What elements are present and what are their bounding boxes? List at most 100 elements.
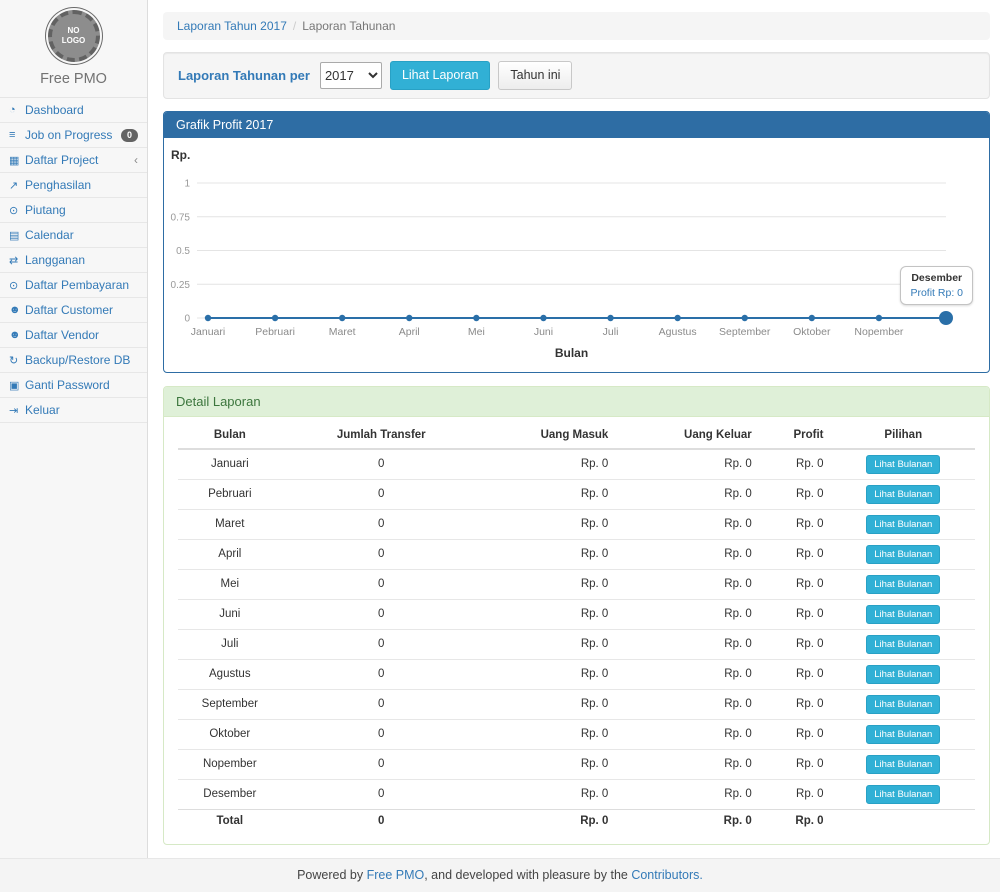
app-layout: NO LOGO Free PMO ◔Dashboard≡Job on Progr… bbox=[0, 0, 1000, 858]
x-tick-label: Nopember bbox=[854, 326, 904, 338]
data-point-agustus[interactable] bbox=[674, 314, 680, 320]
table-row-nopember: Nopember0Rp. 0Rp. 0Rp. 0Lihat Bulanan bbox=[178, 749, 975, 779]
sidebar-link-daftar-customer[interactable]: ☻Daftar Customer bbox=[0, 298, 147, 323]
sign-out-icon: ⇥ bbox=[9, 404, 25, 417]
table-row-september: September0Rp. 0Rp. 0Rp. 0Lihat Bulanan bbox=[178, 689, 975, 719]
data-point-april[interactable] bbox=[406, 314, 412, 320]
data-point-nopember[interactable] bbox=[876, 314, 882, 320]
total-cell-uang_keluar: Rp. 0 bbox=[616, 809, 759, 832]
cell-uang_masuk: Rp. 0 bbox=[481, 539, 616, 569]
data-point-maret[interactable] bbox=[339, 314, 345, 320]
data-point-juni[interactable] bbox=[540, 314, 546, 320]
data-point-desember[interactable] bbox=[939, 311, 953, 325]
table-row-agustus: Agustus0Rp. 0Rp. 0Rp. 0Lihat Bulanan bbox=[178, 659, 975, 689]
footer-text-middle: , and developed with pleasure by the bbox=[424, 868, 631, 882]
sidebar-link-backup-restore-db[interactable]: ↻Backup/Restore DB bbox=[0, 348, 147, 373]
cell-pilihan: Lihat Bulanan bbox=[832, 779, 975, 809]
x-tick-label: Pebruari bbox=[255, 326, 295, 338]
cell-jumlah_transfer: 0 bbox=[282, 659, 481, 689]
data-point-oktober[interactable] bbox=[809, 314, 815, 320]
sidebar-link-daftar-pembayaran[interactable]: ⊙Daftar Pembayaran bbox=[0, 273, 147, 298]
table-header-row: BulanJumlah TransferUang MasukUang Kelua… bbox=[178, 422, 975, 449]
sidebar-item-daftar-pembayaran: ⊙Daftar Pembayaran bbox=[0, 273, 147, 298]
cell-pilihan: Lihat Bulanan bbox=[832, 659, 975, 689]
footer-link-contributors[interactable]: Contributors. bbox=[631, 868, 703, 882]
detail-table-wrapper: BulanJumlah TransferUang MasukUang Kelua… bbox=[164, 417, 989, 844]
breadcrumb-link-laporan-tahun[interactable]: Laporan Tahun 2017 bbox=[177, 19, 287, 33]
cell-jumlah_transfer: 0 bbox=[282, 569, 481, 599]
y-tick-label: 0.75 bbox=[171, 212, 191, 223]
lihat-bulanan-button-maret[interactable]: Lihat Bulanan bbox=[866, 515, 940, 534]
lihat-bulanan-button-nopember[interactable]: Lihat Bulanan bbox=[866, 755, 940, 774]
data-point-mei[interactable] bbox=[473, 314, 479, 320]
tooltip-month: Desember bbox=[910, 272, 963, 284]
lihat-bulanan-button-september[interactable]: Lihat Bulanan bbox=[866, 695, 940, 714]
sidebar-item-label: Daftar Project bbox=[25, 153, 134, 167]
table-row-pebruari: Pebruari0Rp. 0Rp. 0Rp. 0Lihat Bulanan bbox=[178, 479, 975, 509]
sidebar-item-job-on-progress: ≡Job on Progress0 bbox=[0, 123, 147, 148]
lihat-bulanan-button-mei[interactable]: Lihat Bulanan bbox=[866, 575, 940, 594]
year-select[interactable]: 2017 bbox=[320, 62, 382, 89]
sidebar-link-langganan[interactable]: ⇄Langganan bbox=[0, 248, 147, 273]
lihat-laporan-button[interactable]: Lihat Laporan bbox=[390, 61, 490, 90]
detail-panel-title: Detail Laporan bbox=[164, 387, 989, 417]
sidebar-link-job-on-progress[interactable]: ≡Job on Progress0 bbox=[0, 123, 147, 148]
lihat-bulanan-button-agustus[interactable]: Lihat Bulanan bbox=[866, 665, 940, 684]
data-point-januari[interactable] bbox=[205, 314, 211, 320]
footer-link-free-pmo[interactable]: Free PMO bbox=[367, 868, 425, 882]
cell-profit: Rp. 0 bbox=[760, 749, 832, 779]
dashboard-icon: ◔ bbox=[9, 104, 25, 116]
lihat-bulanan-button-pebruari[interactable]: Lihat Bulanan bbox=[866, 485, 940, 504]
calendar-icon: ▤ bbox=[9, 229, 25, 242]
table-row-januari: Januari0Rp. 0Rp. 0Rp. 0Lihat Bulanan bbox=[178, 449, 975, 480]
data-point-juli[interactable] bbox=[607, 314, 613, 320]
tahun-ini-button[interactable]: Tahun ini bbox=[498, 61, 572, 90]
sidebar-item-label: Piutang bbox=[25, 203, 138, 217]
sidebar-item-label: Ganti Password bbox=[25, 378, 138, 392]
total-cell-jumlah_transfer: 0 bbox=[282, 809, 481, 832]
brand-name: Free PMO bbox=[0, 71, 147, 87]
sidebar-link-penghasilan[interactable]: ↗Penghasilan bbox=[0, 173, 147, 198]
sidebar-link-keluar[interactable]: ⇥Keluar bbox=[0, 398, 147, 423]
tooltip-value: Profit Rp: 0 bbox=[910, 287, 963, 299]
lihat-bulanan-button-januari[interactable]: Lihat Bulanan bbox=[866, 455, 940, 474]
lihat-bulanan-button-juli[interactable]: Lihat Bulanan bbox=[866, 635, 940, 654]
sidebar-link-calendar[interactable]: ▤Calendar bbox=[0, 223, 147, 248]
sidebar-link-dashboard[interactable]: ◔Dashboard bbox=[0, 98, 147, 123]
column-header-jumlah-transfer: Jumlah Transfer bbox=[282, 422, 481, 449]
cell-uang_masuk: Rp. 0 bbox=[481, 569, 616, 599]
data-point-pebruari[interactable] bbox=[272, 314, 278, 320]
cell-bulan: Oktober bbox=[178, 719, 282, 749]
cell-bulan: September bbox=[178, 689, 282, 719]
cell-bulan: Mei bbox=[178, 569, 282, 599]
cell-bulan: Agustus bbox=[178, 659, 282, 689]
table-row-juni: Juni0Rp. 0Rp. 0Rp. 0Lihat Bulanan bbox=[178, 599, 975, 629]
data-point-september[interactable] bbox=[742, 314, 748, 320]
cell-bulan: Desember bbox=[178, 779, 282, 809]
sidebar: NO LOGO Free PMO ◔Dashboard≡Job on Progr… bbox=[0, 0, 148, 858]
cell-uang_masuk: Rp. 0 bbox=[481, 659, 616, 689]
sidebar-item-calendar: ▤Calendar bbox=[0, 223, 147, 248]
x-tick-label: Januari bbox=[191, 326, 225, 338]
lihat-bulanan-button-april[interactable]: Lihat Bulanan bbox=[866, 545, 940, 564]
cell-uang_keluar: Rp. 0 bbox=[616, 629, 759, 659]
table-total-row: Total0Rp. 0Rp. 0Rp. 0 bbox=[178, 809, 975, 832]
cell-uang_masuk: Rp. 0 bbox=[481, 749, 616, 779]
cell-uang_keluar: Rp. 0 bbox=[616, 719, 759, 749]
cell-pilihan: Lihat Bulanan bbox=[832, 509, 975, 539]
sidebar-link-piutang[interactable]: ⊙Piutang bbox=[0, 198, 147, 223]
y-tick-label: 0.5 bbox=[176, 246, 190, 257]
lihat-bulanan-button-desember[interactable]: Lihat Bulanan bbox=[866, 785, 940, 804]
main-content: Laporan Tahun 2017/Laporan Tahunan Lapor… bbox=[148, 0, 1000, 858]
sidebar-link-daftar-vendor[interactable]: ☻Daftar Vendor bbox=[0, 323, 147, 348]
lihat-bulanan-button-oktober[interactable]: Lihat Bulanan bbox=[866, 725, 940, 744]
total-cell-uang_masuk: Rp. 0 bbox=[481, 809, 616, 832]
chart-panel-title: Grafik Profit 2017 bbox=[164, 112, 989, 138]
y-tick-label: 1 bbox=[184, 178, 190, 189]
sidebar-link-ganti-password[interactable]: ▣Ganti Password bbox=[0, 373, 147, 398]
sidebar-link-daftar-project[interactable]: ▦Daftar Project‹ bbox=[0, 148, 147, 173]
breadcrumb: Laporan Tahun 2017/Laporan Tahunan bbox=[163, 12, 990, 40]
cell-jumlah_transfer: 0 bbox=[282, 629, 481, 659]
cell-jumlah_transfer: 0 bbox=[282, 689, 481, 719]
lihat-bulanan-button-juni[interactable]: Lihat Bulanan bbox=[866, 605, 940, 624]
